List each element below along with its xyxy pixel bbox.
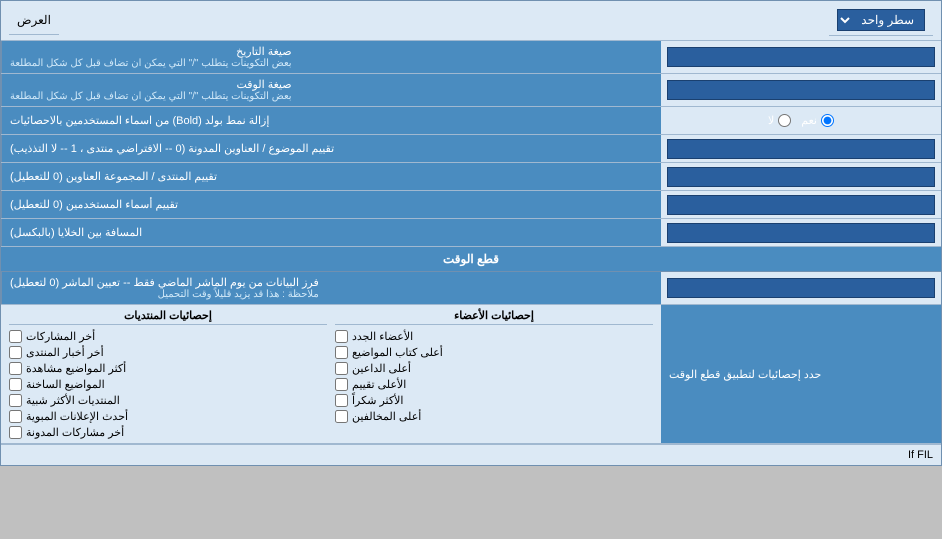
cb-hot-topics: المواضيع الساخنة xyxy=(9,378,327,391)
cb-most-thanked: الأكثر شكراً xyxy=(335,394,653,407)
col-header-forums: إحصائيات المنتديات xyxy=(9,309,327,325)
radio-no-label: لا xyxy=(768,114,791,127)
time-format-row: H:i صيغة الوقت بعض التكوينات يتطلب "/" ا… xyxy=(1,74,941,107)
radio-no[interactable] xyxy=(778,114,791,127)
cb-top-violators-check[interactable] xyxy=(335,410,348,423)
top-row: سطر واحد سطرين ثلاثة أسطر العرض xyxy=(1,1,941,41)
bold-radio-group: نعم لا xyxy=(760,112,842,129)
cb-latest-posts-check[interactable] xyxy=(9,330,22,343)
cb-new-members-check[interactable] xyxy=(335,330,348,343)
sort-forum-label: تقييم المنتدى / المجموعة العناوين (0 للت… xyxy=(1,163,661,190)
cb-top-inviters-check[interactable] xyxy=(335,362,348,375)
sort-topics-input-area: 33 xyxy=(661,135,941,162)
checkboxes-section: حدد إحصائيات لتطبيق قطع الوقت إحصائيات ا… xyxy=(1,305,941,444)
time-format-input-area: H:i xyxy=(661,74,941,106)
stats-label: حدد إحصائيات لتطبيق قطع الوقت xyxy=(661,305,941,443)
cb-blog-posts-check[interactable] xyxy=(9,426,22,439)
sort-forum-input-area: 33 xyxy=(661,163,941,190)
date-format-input[interactable]: d-m xyxy=(667,47,935,67)
bold-remove-input-area: نعم لا xyxy=(661,107,941,134)
cb-top-inviters: أعلى الداعين xyxy=(335,362,653,375)
cb-top-rated-check[interactable] xyxy=(335,378,348,391)
cb-new-members: الأعضاء الجدد xyxy=(335,330,653,343)
date-format-input-area: d-m xyxy=(661,41,941,73)
cell-spacing-label: المسافة بين الخلايا (بالبكسل) xyxy=(1,219,661,246)
cb-most-thanked-check[interactable] xyxy=(335,394,348,407)
sort-topics-row: 33 تقييم الموضوع / العناوين المدونة (0 -… xyxy=(1,135,941,163)
sort-topics-input[interactable]: 33 xyxy=(667,139,935,159)
cb-forum-news: أخر أخبار المنتدى xyxy=(9,346,327,359)
bold-remove-row: نعم لا إزالة نمط بولد (Bold) من اسماء ال… xyxy=(1,107,941,135)
checkbox-columns: إحصائيات الأعضاء الأعضاء الجدد أعلى كتاب… xyxy=(1,305,661,443)
display-label: العرض xyxy=(9,7,59,35)
cb-most-viewed-check[interactable] xyxy=(9,362,22,375)
time-cut-input-area: 0 xyxy=(661,272,941,304)
cell-spacing-input[interactable]: 2 xyxy=(667,223,935,243)
sort-forum-input[interactable]: 33 xyxy=(667,167,935,187)
time-cut-input[interactable]: 0 xyxy=(667,278,935,298)
time-format-label: صيغة الوقت بعض التكوينات يتطلب "/" التي … xyxy=(1,74,661,106)
date-format-label: صيغة التاريخ بعض التكوينات يتطلب "/" الت… xyxy=(1,41,661,73)
sort-users-input-area: 0 xyxy=(661,191,941,218)
cb-top-rated: الأعلى تقييم xyxy=(335,378,653,391)
cb-most-viewed: أكثر المواضيع مشاهدة xyxy=(9,362,327,375)
bottom-text: If FIL xyxy=(1,444,941,465)
section-header-time-cut: قطع الوقت xyxy=(1,247,941,272)
sort-users-row: 0 تقييم أسماء المستخدمين (0 للتعطيل) xyxy=(1,191,941,219)
cb-hot-topics-check[interactable] xyxy=(9,378,22,391)
select-area: سطر واحد سطرين ثلاثة أسطر xyxy=(829,5,933,36)
bold-remove-label: إزالة نمط بولد (Bold) من اسماء المستخدمي… xyxy=(1,107,661,134)
cell-spacing-input-area: 2 xyxy=(661,219,941,246)
cell-spacing-row: 2 المسافة بين الخلايا (بالبكسل) xyxy=(1,219,941,247)
col-header-members: إحصائيات الأعضاء xyxy=(335,309,653,325)
checkbox-col-forums: إحصائيات المنتديات أخر المشاركات أخر أخب… xyxy=(5,309,331,439)
cb-top-topic-writers: أعلى كتاب المواضيع xyxy=(335,346,653,359)
radio-yes[interactable] xyxy=(821,114,834,127)
display-select[interactable]: سطر واحد سطرين ثلاثة أسطر xyxy=(837,9,925,31)
time-format-input[interactable]: H:i xyxy=(667,80,935,100)
time-cut-row: 0 فرز البيانات من يوم الماشر الماضي فقط … xyxy=(1,272,941,305)
sort-forum-row: 33 تقييم المنتدى / المجموعة العناوين (0 … xyxy=(1,163,941,191)
radio-yes-label: نعم xyxy=(801,114,834,127)
cb-latest-classified-check[interactable] xyxy=(9,410,22,423)
cb-latest-classified: أحدث الإعلانات المبوية xyxy=(9,410,327,423)
sort-topics-label: تقييم الموضوع / العناوين المدونة (0 -- ا… xyxy=(1,135,661,162)
cb-most-popular-forums-check[interactable] xyxy=(9,394,22,407)
checkbox-col-members: إحصائيات الأعضاء الأعضاء الجدد أعلى كتاب… xyxy=(331,309,657,439)
cb-most-popular-forums: المنتديات الأكثر شبية xyxy=(9,394,327,407)
sort-users-label: تقييم أسماء المستخدمين (0 للتعطيل) xyxy=(1,191,661,218)
cb-blog-posts: أخر مشاركات المدونة xyxy=(9,426,327,439)
cb-latest-posts: أخر المشاركات xyxy=(9,330,327,343)
main-container: سطر واحد سطرين ثلاثة أسطر العرض d-m صيغة… xyxy=(0,0,942,466)
time-cut-label: فرز البيانات من يوم الماشر الماضي فقط --… xyxy=(1,272,661,304)
cb-forum-news-check[interactable] xyxy=(9,346,22,359)
cb-top-topic-writers-check[interactable] xyxy=(335,346,348,359)
cb-top-violators: أعلى المخالفين xyxy=(335,410,653,423)
sort-users-input[interactable]: 0 xyxy=(667,195,935,215)
date-format-row: d-m صيغة التاريخ بعض التكوينات يتطلب "/"… xyxy=(1,41,941,74)
